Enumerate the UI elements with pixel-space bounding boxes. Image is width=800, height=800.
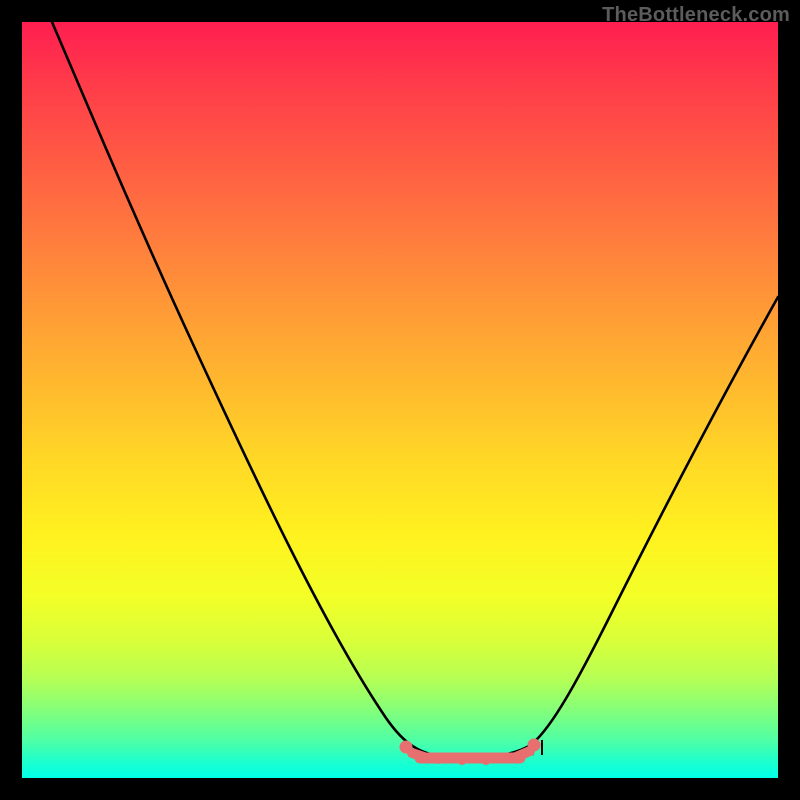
plot-area — [22, 22, 778, 778]
chart-svg — [22, 22, 778, 778]
chart-frame: TheBottleneck.com — [0, 0, 800, 800]
optimal-band — [400, 739, 541, 766]
watermark-text: TheBottleneck.com — [602, 4, 790, 27]
bottleneck-curve — [52, 22, 778, 757]
